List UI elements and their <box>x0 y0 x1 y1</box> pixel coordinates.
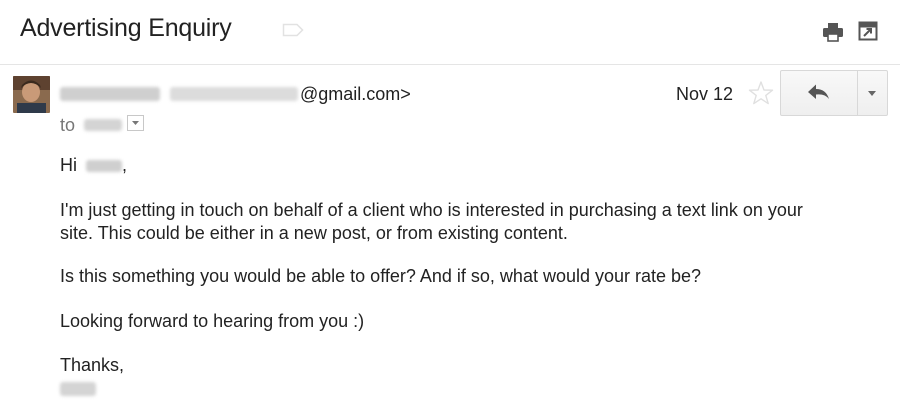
print-icon[interactable] <box>822 22 844 42</box>
redacted-recipient-name <box>86 160 123 173</box>
redacted-recipient <box>84 119 122 131</box>
header-divider <box>0 64 900 65</box>
greeting: Hi , <box>60 154 127 177</box>
redacted-signature <box>60 382 96 396</box>
more-actions-button[interactable] <box>858 71 887 115</box>
redacted-sender-name <box>60 87 160 101</box>
chevron-down-icon <box>132 121 139 125</box>
to-label: to <box>60 115 76 135</box>
paragraph-2: Is this something you would be able to o… <box>60 266 702 286</box>
paragraph-1-line-2: site. This could be either in a new post… <box>60 223 568 243</box>
avatar[interactable] <box>13 76 50 113</box>
recipient-details-button[interactable] <box>127 115 144 131</box>
chevron-down-icon <box>868 91 876 96</box>
greeting-punct: , <box>122 155 128 175</box>
sender-email[interactable]: @gmail.com> <box>300 84 411 105</box>
reply-icon <box>808 84 829 99</box>
signoff: Thanks, <box>60 355 125 375</box>
new-window-icon[interactable] <box>858 21 878 41</box>
greeting-text: Hi <box>60 155 77 175</box>
star-icon[interactable] <box>748 80 774 106</box>
email-date: Nov 12 <box>676 84 734 104</box>
paragraph-1-line-1: I'm just getting in touch on behalf of a… <box>60 200 803 220</box>
paragraph-3: Looking forward to hearing from you :) <box>60 311 365 331</box>
label-tag-icon[interactable] <box>282 23 304 37</box>
email-subject: Advertising Enquiry <box>20 14 232 42</box>
reply-button[interactable] <box>781 71 857 115</box>
redacted-sender-name-part <box>170 87 298 101</box>
reply-button-group <box>780 70 888 116</box>
